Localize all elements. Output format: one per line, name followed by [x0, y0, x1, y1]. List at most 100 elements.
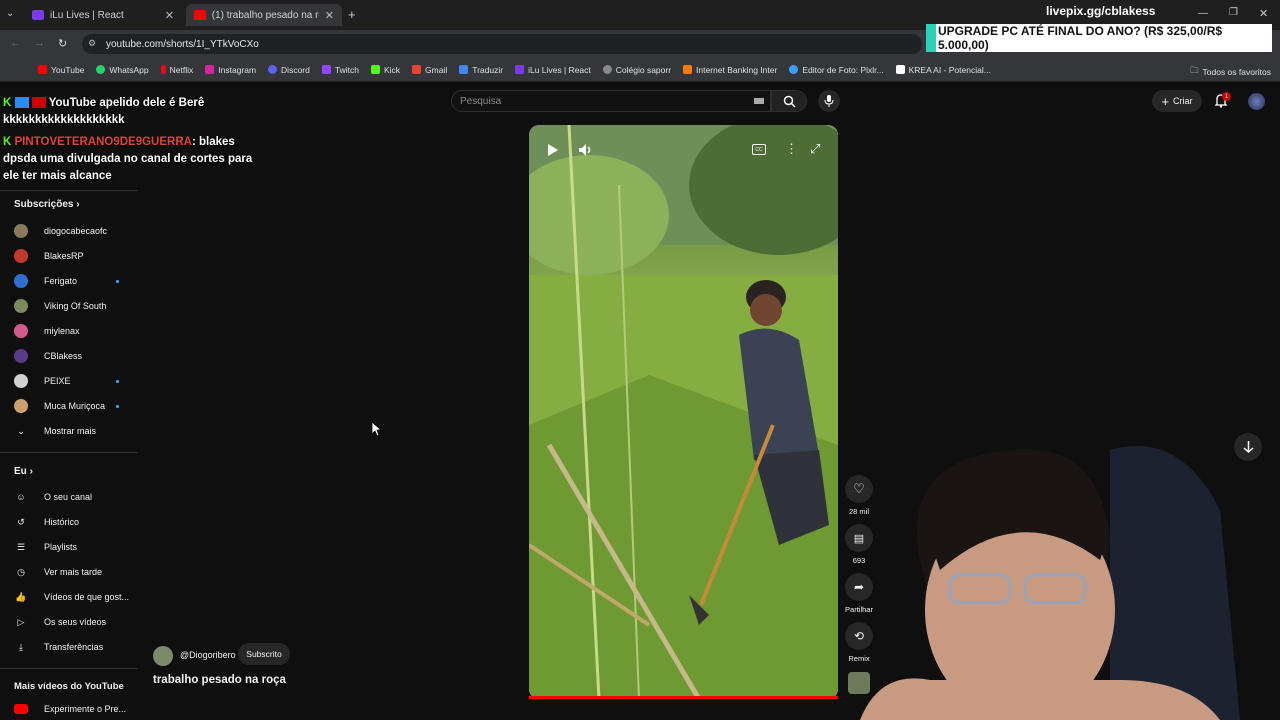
bookmark-twitch[interactable]: Twitch: [321, 65, 359, 75]
bookmark-colegio[interactable]: Colégio saporr: [602, 65, 671, 75]
history-icon: ↺: [17, 516, 25, 527]
close-icon[interactable]: ✕: [325, 9, 334, 22]
sidebar-item-playlists[interactable]: ☰ Playlists: [14, 539, 77, 555]
site-info-icon[interactable]: ⚙: [88, 38, 96, 49]
close-icon[interactable]: ✕: [165, 9, 174, 22]
more-vert-icon[interactable]: ⋮: [785, 141, 798, 157]
avatar[interactable]: [1248, 93, 1265, 110]
chat-message-1: K YouTube apelido dele é Berê kkkkkkkkkk…: [3, 95, 253, 129]
channel-avatar: [14, 324, 28, 338]
sidebar-item-liked[interactable]: 👍 Vídeos de que gost...: [14, 589, 129, 605]
sidebar-item-sub[interactable]: Muca Muriçoca: [14, 398, 105, 414]
bookmark-traduzir[interactable]: Traduzir: [459, 65, 503, 75]
tab-title: (1) trabalho pesado na roça - Yo: [211, 9, 319, 21]
sidebar-item-your-channel[interactable]: ☺ O seu canal: [14, 489, 92, 505]
keyboard-icon[interactable]: [754, 98, 764, 104]
reload-icon[interactable]: ↻: [58, 37, 67, 50]
bookmark-whatsapp[interactable]: WhatsApp: [96, 65, 149, 75]
thumbs-up-icon: 👍: [15, 591, 27, 602]
tab-list-icon[interactable]: ⌄: [6, 8, 14, 19]
live-dot: [116, 380, 119, 383]
search-button[interactable]: [771, 90, 807, 112]
maximize-icon[interactable]: ❐: [1229, 7, 1238, 18]
divider: [0, 668, 138, 669]
bookmark-kick[interactable]: Kick: [370, 65, 400, 75]
badge-icon: [14, 97, 29, 109]
chevron-right-icon: ›: [29, 466, 33, 477]
divider: [0, 190, 138, 191]
mouse-cursor-icon: [372, 422, 382, 436]
you-header[interactable]: Eu ›: [14, 466, 33, 477]
fullscreen-icon[interactable]: ⤢: [810, 141, 820, 157]
show-more-button[interactable]: ⌄ Mostrar mais: [14, 423, 96, 439]
channel-name[interactable]: @Diogoribero: [180, 650, 236, 660]
bookmark-ilu-lives[interactable]: iLu Lives | React: [515, 65, 591, 75]
play-button[interactable]: [545, 143, 559, 157]
download-icon: ⤓: [19, 641, 23, 652]
bookmark-gmail[interactable]: Gmail: [412, 65, 447, 75]
live-dot: [116, 405, 119, 408]
chevron-right-icon: ›: [76, 199, 80, 210]
sidebar-item-watch-later[interactable]: ◷ Ver mais tarde: [14, 564, 102, 580]
address-bar[interactable]: youtube.com/shorts/1I_YTkVoCXo: [82, 34, 922, 54]
channel-avatar[interactable]: [153, 646, 173, 666]
forward-icon[interactable]: →: [34, 37, 45, 49]
chat-text: : blakes: [191, 136, 235, 148]
chat-message-2: K PINTOVETERANO9DE9GUERRA: blakes dpsda …: [3, 134, 253, 185]
tab-title: iLu Lives | React: [50, 9, 124, 21]
sidebar-item-sub[interactable]: miylenax: [14, 323, 80, 339]
sidebar-item-sub[interactable]: Ferigato: [14, 273, 77, 289]
window-close-icon[interactable]: ✕: [1259, 7, 1268, 20]
sidebar-item-your-videos[interactable]: ▷ Os seus vídeos: [14, 614, 107, 630]
play-icon: [548, 144, 558, 156]
bookmark-krea[interactable]: KREA AI - Potencial...: [895, 65, 991, 75]
chat-text: kkkkkkkkkkkkkkkkkkk: [3, 114, 125, 126]
kick-icon: K: [3, 97, 12, 109]
channel-avatar: [14, 374, 28, 388]
sidebar-item-sub[interactable]: diogocabecaofc: [14, 223, 107, 239]
shorts-video-player[interactable]: [529, 125, 838, 699]
chat-username: PINTOVETERANO9DE9GUERRA: [14, 136, 192, 148]
chat-text: ele ter mais alcance: [3, 170, 112, 182]
sidebar-item-sub[interactable]: CBlakess: [14, 348, 82, 364]
captions-icon[interactable]: CC: [752, 144, 766, 155]
bookmark-pixlr[interactable]: Editor de Foto: Pixlr...: [789, 65, 884, 75]
subscribed-button[interactable]: Subscrito: [238, 643, 290, 665]
volume-button[interactable]: [578, 143, 594, 157]
tab-youtube-short[interactable]: (1) trabalho pesado na roça - Yo ✕: [186, 4, 342, 26]
sidebar-item-premium[interactable]: Experimente o Pre...: [14, 701, 126, 717]
bookmark-netflix[interactable]: Netflix: [160, 65, 193, 75]
tab-ilu-lives[interactable]: iLu Lives | React ✕: [24, 4, 182, 26]
search-input[interactable]: Pesquisa: [451, 90, 771, 112]
sidebar-item-sub[interactable]: BlakesRP: [14, 248, 84, 264]
sidebar-item-downloads[interactable]: ⤓ Transferências: [14, 639, 103, 655]
youtube-icon: [31, 97, 46, 109]
bookmark-inter[interactable]: Internet Banking Inter: [683, 65, 777, 75]
sidebar-item-history[interactable]: ↺ Histórico: [14, 514, 79, 530]
video-progress-bar[interactable]: [529, 696, 838, 699]
channel-avatar: [14, 349, 28, 363]
create-label: Criar: [1173, 96, 1193, 106]
create-button[interactable]: + Criar: [1152, 90, 1202, 112]
search-placeholder: Pesquisa: [460, 95, 502, 107]
sidebar-item-sub[interactable]: Viking Of South: [14, 298, 106, 314]
new-tab-icon[interactable]: +: [348, 7, 356, 22]
volume-icon: [579, 144, 591, 156]
bookmark-instagram[interactable]: Instagram: [205, 65, 256, 75]
plus-icon: +: [1161, 93, 1170, 109]
divider: [0, 452, 138, 453]
channel-avatar: [14, 274, 28, 288]
chat-text: YouTube apelido dele é Berê: [48, 97, 205, 109]
bookmark-discord[interactable]: Discord: [268, 65, 310, 75]
channel-avatar: [14, 249, 28, 263]
all-bookmarks[interactable]: 🗀 Todos os favoritos: [1190, 65, 1271, 79]
subscriptions-header[interactable]: Subscrições ›: [14, 199, 80, 210]
ilu-favicon-icon: [32, 10, 44, 20]
search-icon: [783, 95, 796, 108]
bookmark-youtube[interactable]: YouTube: [38, 65, 84, 75]
sidebar-item-sub[interactable]: PEIXE: [14, 373, 71, 389]
bookmarks-bar: YouTube WhatsApp Netflix Instagram Disco…: [0, 58, 1280, 82]
mic-button[interactable]: [818, 90, 840, 112]
minimize-icon[interactable]: —: [1198, 8, 1208, 19]
back-icon[interactable]: ←: [10, 37, 21, 49]
